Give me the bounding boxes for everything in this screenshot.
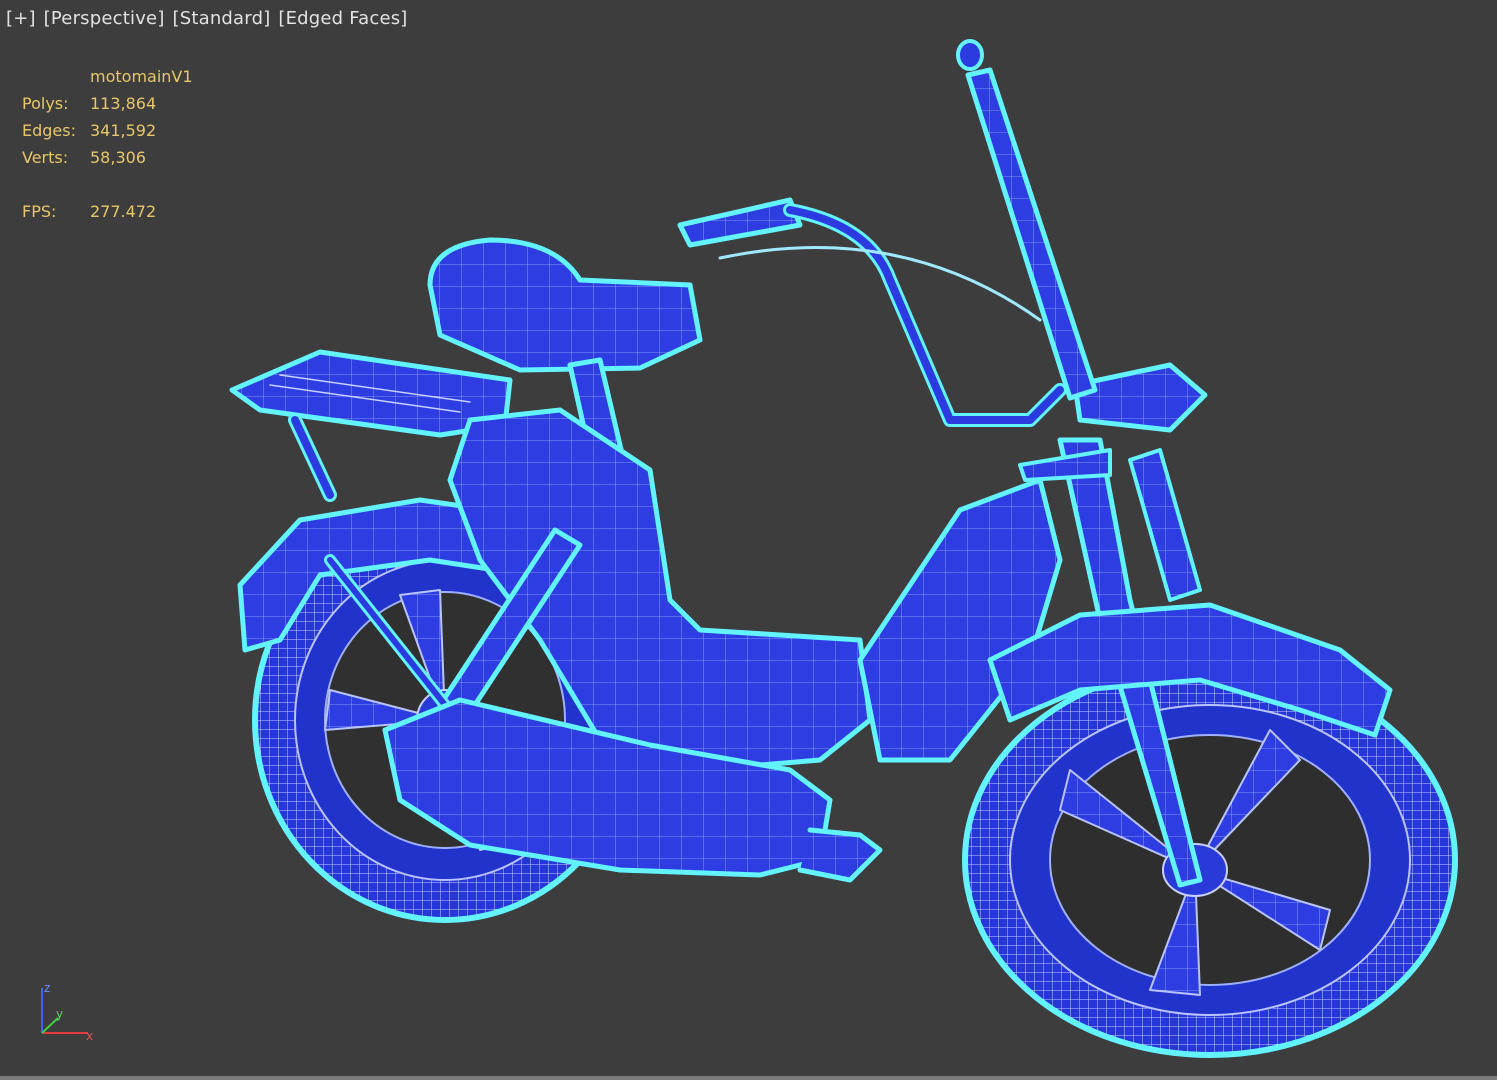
axis-gizmo: z y x [41, 981, 93, 1043]
axis-z-label: z [44, 981, 50, 995]
headlight [1072, 362, 1208, 433]
seat [427, 237, 703, 373]
steering-column [965, 67, 1098, 401]
axis-y-label: y [56, 1007, 63, 1021]
down-tube [857, 477, 1063, 763]
handlebar-left [677, 197, 803, 248]
moped-mesh-model[interactable] [0, 0, 1497, 1080]
exhaust-pipe [797, 827, 883, 883]
front-wheel [962, 662, 1458, 1058]
viewport-bottom-border [0, 1076, 1497, 1080]
perspective-viewport[interactable]: [+] [Perspective] [Standard] [Edged Face… [0, 0, 1497, 1080]
axis-x-label: x [86, 1029, 93, 1043]
